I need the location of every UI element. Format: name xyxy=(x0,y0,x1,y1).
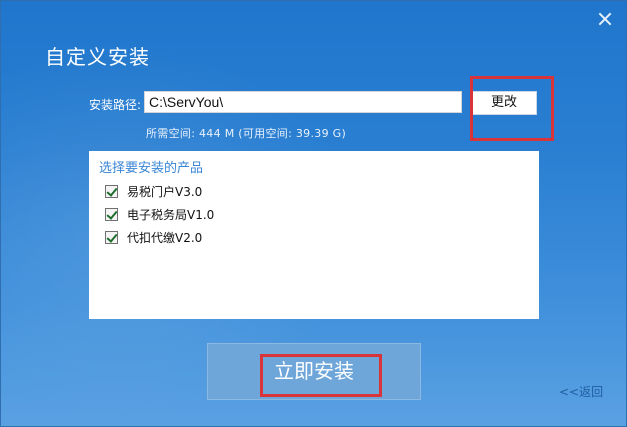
change-path-button[interactable]: 更改 xyxy=(471,91,537,115)
product-label: 电子税务局V1.0 xyxy=(127,207,215,222)
back-link[interactable]: <<返回 xyxy=(559,383,603,400)
product-item-etax[interactable]: 电子税务局V1.0 xyxy=(105,205,214,223)
checkbox-checked-icon[interactable] xyxy=(105,184,118,198)
disk-space-info: 所需空间: 444 M (可用空间: 39.39 G) xyxy=(146,127,347,140)
product-selection-panel: 选择要安装的产品 易税门户V3.0 电子税务局V1.0 代扣代缴V2.0 xyxy=(89,151,539,319)
product-panel-title: 选择要安装的产品 xyxy=(99,161,204,176)
product-label: 易税门户V3.0 xyxy=(127,184,203,199)
checkbox-checked-icon[interactable] xyxy=(105,207,118,221)
product-item-portal[interactable]: 易税门户V3.0 xyxy=(105,182,202,200)
close-icon[interactable] xyxy=(597,11,613,27)
product-label: 代扣代缴V2.0 xyxy=(127,230,203,245)
install-path-input[interactable] xyxy=(144,91,462,113)
checkbox-checked-icon[interactable] xyxy=(105,230,118,244)
page-title: 自定义安装 xyxy=(45,45,150,69)
product-item-withholding[interactable]: 代扣代缴V2.0 xyxy=(105,228,202,246)
install-now-button[interactable]: 立即安装 xyxy=(207,343,421,400)
installer-window: 自定义安装 安装路径: 更改 所需空间: 444 M (可用空间: 39.39 … xyxy=(0,0,627,427)
install-path-label: 安装路径: xyxy=(89,98,142,112)
